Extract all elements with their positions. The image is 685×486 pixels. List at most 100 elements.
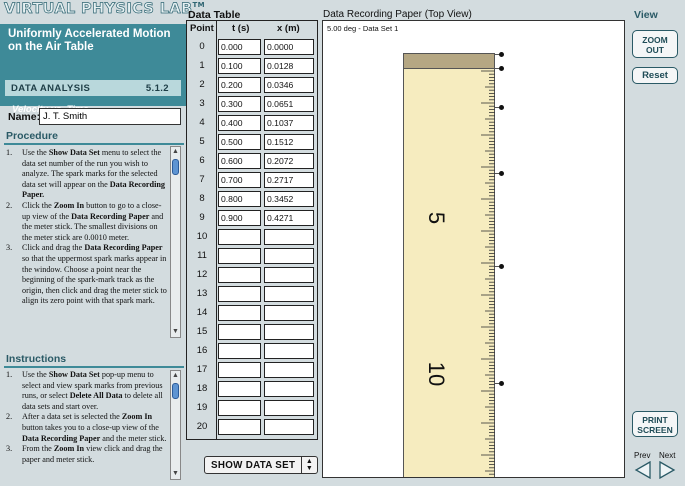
print-screen-button[interactable]: PRINT SCREEN <box>632 411 678 437</box>
table-row: 14 <box>187 304 317 323</box>
position-cell[interactable] <box>264 229 314 245</box>
position-cell[interactable]: 0.3452 <box>264 191 314 207</box>
procedure-heading: Procedure <box>6 130 58 142</box>
name-label: Name: <box>8 111 41 123</box>
position-cell[interactable]: 0.2072 <box>264 153 314 169</box>
point-index: 1 <box>199 60 205 71</box>
next-label: Next <box>659 451 676 460</box>
item-text: Click the Zoom In button to go to a clos… <box>22 200 164 242</box>
list-item: 2. Click the Zoom In button to go to a cl… <box>4 201 168 243</box>
instructions-scrollbar[interactable]: ▲ ▼ <box>170 370 181 480</box>
position-cell[interactable]: 0.4271 <box>264 210 314 226</box>
table-row: 15 <box>187 323 317 342</box>
position-cell[interactable]: 0.0000 <box>264 39 314 55</box>
time-cell[interactable] <box>218 267 261 283</box>
time-cell[interactable]: 0.100 <box>218 58 261 74</box>
item-number: 2. <box>6 200 13 210</box>
meter-stick-ticks <box>481 70 495 477</box>
time-cell[interactable]: 0.600 <box>218 153 261 169</box>
point-index: 20 <box>196 421 208 432</box>
scroll-up-icon[interactable]: ▲ <box>172 372 179 380</box>
item-number: 1. <box>6 148 13 157</box>
show-data-set-label: SHOW DATA SET <box>211 460 296 471</box>
position-cell[interactable]: 0.0128 <box>264 58 314 74</box>
recording-paper[interactable]: 5.00 deg - Data Set 1 5 10 <box>322 20 625 478</box>
procedure-scrollbar[interactable]: ▲ ▼ <box>170 146 181 338</box>
spark-mark <box>495 105 504 110</box>
position-cell[interactable] <box>264 324 314 340</box>
time-cell[interactable]: 0.300 <box>218 96 261 112</box>
position-cell[interactable]: 0.2717 <box>264 172 314 188</box>
reset-button[interactable]: Reset <box>632 67 678 84</box>
point-index: 15 <box>196 326 208 337</box>
position-cell[interactable] <box>264 381 314 397</box>
time-cell[interactable]: 0.900 <box>218 210 261 226</box>
table-row: 18 <box>187 380 317 399</box>
header-x: x (m) <box>277 23 300 34</box>
point-index: 10 <box>196 231 208 242</box>
prev-arrow-icon[interactable] <box>634 461 652 479</box>
left-panel: VIRTUAL PHYSICS LABTM Uniformly Accelera… <box>0 0 205 486</box>
table-row: 0 0.000 0.0000 <box>187 38 317 57</box>
table-row: 6 0.600 0.2072 <box>187 152 317 171</box>
point-index: 7 <box>199 174 205 185</box>
position-cell[interactable] <box>264 286 314 302</box>
point-index: 13 <box>196 288 208 299</box>
time-cell[interactable]: 0.800 <box>218 191 261 207</box>
item-text: Click and drag the Data Recording Paper … <box>22 243 167 306</box>
time-cell[interactable] <box>218 229 261 245</box>
time-cell[interactable]: 0.500 <box>218 134 261 150</box>
section-bar: DATA ANALYSIS 5.1.2 <box>5 80 181 96</box>
lab-header: Uniformly Accelerated Motion on the Air … <box>0 24 187 115</box>
position-cell[interactable]: 0.0346 <box>264 77 314 93</box>
header-point: Point <box>190 23 214 34</box>
name-input[interactable] <box>39 108 181 125</box>
time-cell[interactable]: 0.700 <box>218 172 261 188</box>
scroll-down-icon[interactable]: ▼ <box>172 470 179 478</box>
item-text: From the Zoom In view click and drag the… <box>22 444 163 464</box>
data-set-label: 5.00 deg - Data Set 1 <box>327 24 399 33</box>
position-cell[interactable] <box>264 362 314 378</box>
scroll-up-icon[interactable]: ▲ <box>172 148 179 156</box>
time-cell[interactable] <box>218 324 261 340</box>
scroll-thumb[interactable] <box>172 159 179 175</box>
point-index: 17 <box>196 364 208 375</box>
position-cell[interactable] <box>264 400 314 416</box>
time-cell[interactable]: 0.200 <box>218 77 261 93</box>
spark-mark <box>495 264 504 269</box>
point-index: 18 <box>196 383 208 394</box>
zoom-out-button[interactable]: ZOOM OUT <box>632 30 678 58</box>
position-cell[interactable]: 0.0651 <box>264 96 314 112</box>
time-cell[interactable]: 0.400 <box>218 115 261 131</box>
lab-title: Uniformly Accelerated Motion on the Air … <box>8 28 171 53</box>
position-cell[interactable] <box>264 343 314 359</box>
scroll-down-icon[interactable]: ▼ <box>172 328 179 336</box>
spark-mark <box>495 52 504 57</box>
time-cell[interactable] <box>218 343 261 359</box>
time-cell[interactable] <box>218 381 261 397</box>
time-cell[interactable] <box>218 305 261 321</box>
header-t: t (s) <box>232 23 250 34</box>
position-cell[interactable] <box>264 267 314 283</box>
position-cell[interactable]: 0.1037 <box>264 115 314 131</box>
time-cell[interactable] <box>218 248 261 264</box>
time-cell[interactable] <box>218 419 261 435</box>
scroll-thumb[interactable] <box>172 383 179 399</box>
table-row: 2 0.200 0.0346 <box>187 76 317 95</box>
time-cell[interactable] <box>218 286 261 302</box>
position-cell[interactable] <box>264 305 314 321</box>
time-cell[interactable]: 0.000 <box>218 39 261 55</box>
time-cell[interactable] <box>218 400 261 416</box>
list-item: 3. Click and drag the Data Recording Pape… <box>4 243 168 307</box>
position-cell[interactable] <box>264 419 314 435</box>
point-index: 5 <box>199 136 205 147</box>
point-index: 12 <box>196 269 208 280</box>
point-index: 11 <box>197 250 207 261</box>
position-cell[interactable]: 0.1512 <box>264 134 314 150</box>
next-arrow-icon[interactable] <box>658 461 676 479</box>
point-index: 3 <box>199 98 205 109</box>
show-data-set-menu[interactable]: SHOW DATA SET ▲ ▼ <box>204 456 318 474</box>
position-cell[interactable] <box>264 248 314 264</box>
time-cell[interactable] <box>218 362 261 378</box>
data-table: Point t (s) x (m) 0 0.000 0.0000 1 0.100 0.01… <box>186 20 318 440</box>
